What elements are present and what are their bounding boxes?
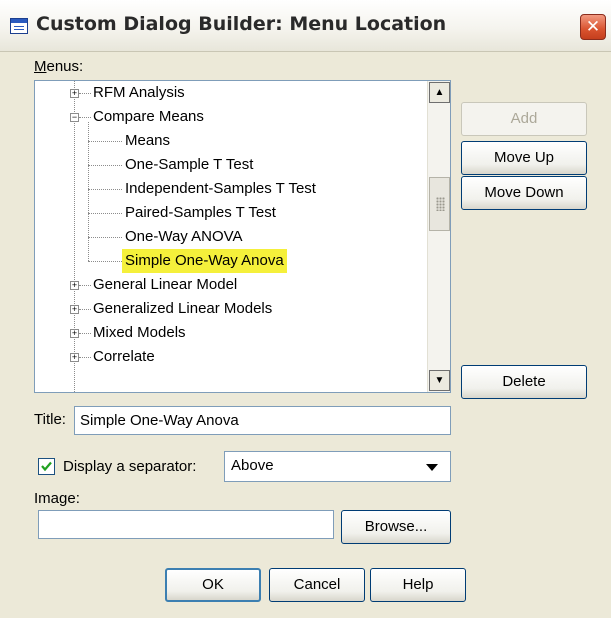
tree-item[interactable]: One-Way ANOVA <box>125 225 243 249</box>
title-input[interactable]: Simple One-Way Anova <box>74 406 451 435</box>
browse-button[interactable]: Browse... <box>341 510 451 544</box>
expand-icon[interactable]: + <box>70 281 79 290</box>
title-label: Title: <box>34 411 66 428</box>
separator-select-value: Above <box>231 457 274 474</box>
menus-label: Menus: <box>34 58 83 75</box>
grip-icon <box>436 197 445 211</box>
tree-connector <box>79 357 91 358</box>
tree-item[interactable]: One-Sample T Test <box>125 153 253 177</box>
tree-connector <box>79 285 91 286</box>
menus-label-rest: enus: <box>46 58 84 75</box>
add-button[interactable]: Add <box>461 102 587 136</box>
move-down-button[interactable]: Move Down <box>461 176 587 210</box>
cancel-button[interactable]: Cancel <box>269 568 365 602</box>
move-up-button[interactable]: Move Up <box>461 141 587 175</box>
tree-item[interactable]: Correlate <box>93 345 155 369</box>
window-title: Custom Dialog Builder: Menu Location <box>36 13 447 35</box>
close-icon: ✕ <box>585 17 601 37</box>
tree-scrollbar[interactable]: ▲ ▼ <box>427 81 450 392</box>
tree-connector <box>88 261 122 262</box>
scroll-down-arrow-icon: ▼ <box>434 375 445 386</box>
scroll-down-button[interactable]: ▼ <box>429 370 450 391</box>
close-button[interactable]: ✕ <box>580 14 606 40</box>
menu-tree[interactable]: RFM Analysis + Compare Means − Means One-Samp… <box>34 80 451 393</box>
menus-label-mnemonic: M <box>34 58 47 75</box>
tree-connector <box>79 309 91 310</box>
tree-connector <box>88 213 122 214</box>
tree-connector <box>88 189 122 190</box>
tree-connector <box>88 141 122 142</box>
tree-connector <box>88 165 122 166</box>
tree-item[interactable]: Compare Means <box>93 105 204 129</box>
help-button[interactable]: Help <box>370 568 466 602</box>
checkmark-icon <box>41 461 52 472</box>
collapse-icon[interactable]: − <box>70 113 79 122</box>
tree-connector <box>79 333 91 334</box>
expand-icon[interactable]: + <box>70 329 79 338</box>
ok-button[interactable]: OK <box>165 568 261 602</box>
separator-label: Display a separator: <box>63 458 197 475</box>
image-path-input[interactable] <box>38 510 334 539</box>
tree-item[interactable]: RFM Analysis <box>93 81 185 105</box>
tree-item[interactable]: Paired-Samples T Test <box>125 201 276 225</box>
dialog-icon <box>10 18 28 34</box>
tree-item[interactable]: General Linear Model <box>93 273 237 297</box>
expand-icon[interactable]: + <box>70 353 79 362</box>
scroll-thumb[interactable] <box>429 177 450 231</box>
image-label: Image: <box>34 490 80 507</box>
tree-item[interactable]: Independent-Samples T Test <box>125 177 316 201</box>
tree-connector <box>79 93 91 94</box>
tree-branch-line <box>88 122 89 261</box>
title-bar: Custom Dialog Builder: Menu Location ✕ <box>0 0 611 52</box>
tree-item[interactable]: Means <box>125 129 170 153</box>
separator-checkbox[interactable] <box>38 458 55 475</box>
tree-connector <box>79 117 91 118</box>
chevron-down-icon <box>426 464 438 471</box>
tree-item-selected[interactable]: Simple One-Way Anova <box>122 249 287 273</box>
tree-trunk-line <box>74 81 75 392</box>
separator-select[interactable]: Above <box>224 451 451 482</box>
delete-button[interactable]: Delete <box>461 365 587 399</box>
expand-icon[interactable]: + <box>70 305 79 314</box>
expand-icon[interactable]: + <box>70 89 79 98</box>
scroll-up-button[interactable]: ▲ <box>429 82 450 103</box>
tree-item[interactable]: Generalized Linear Models <box>93 297 272 321</box>
tree-connector <box>88 237 122 238</box>
scroll-up-arrow-icon: ▲ <box>434 87 445 98</box>
tree-item[interactable]: Mixed Models <box>93 321 186 345</box>
